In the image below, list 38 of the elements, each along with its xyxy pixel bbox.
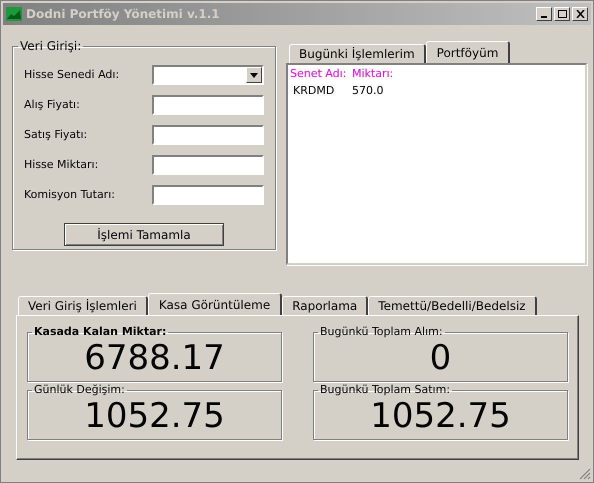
amount-value: 1052.75 — [84, 396, 225, 436]
dropdown-field[interactable] — [152, 65, 264, 85]
group-title: Veri Girişi: — [19, 38, 82, 55]
tab[interactable]: Temettü/Bedelli/Bedelsiz — [368, 296, 537, 315]
minimize-button[interactable] — [536, 7, 552, 21]
resize-grip-icon — [579, 468, 591, 480]
field-label: Komisyon Tutarı: — [24, 186, 115, 203]
complete-button[interactable]: İşlemi Tamamla — [64, 223, 224, 246]
tab[interactable]: Veri Giriş İşlemleri — [18, 296, 148, 315]
tab[interactable]: Raporlama — [282, 296, 368, 315]
group-title: Bugünkü Toplam Satım: — [319, 382, 452, 398]
input-field[interactable] — [152, 155, 264, 175]
input-field[interactable] — [152, 185, 264, 205]
group-title: Kasada Kalan Miktar: — [33, 324, 168, 340]
tab[interactable]: Kasa Görüntüleme — [148, 293, 282, 315]
list-cell-text: KRDMD — [293, 82, 336, 98]
group-title: Günlük Değişim: — [33, 382, 126, 398]
input-field[interactable] — [152, 95, 264, 115]
maximize-button[interactable] — [554, 7, 570, 21]
column-header: Miktarı: — [352, 66, 394, 82]
column-header: Senet Adı: — [290, 66, 348, 82]
field-label: Hisse Miktarı: — [24, 156, 98, 173]
group-title: Bugünkü Toplam Alım: — [319, 324, 444, 340]
amount-value: 6788.17 — [84, 338, 225, 378]
field-label: Alış Fiyatı: — [24, 96, 80, 113]
amount-value: 1052.75 — [370, 396, 511, 436]
field-label: Satış Fiyatı: — [24, 126, 88, 143]
field-label: Hisse Senedi Adı: — [24, 66, 120, 83]
tab[interactable]: Portföyüm — [426, 41, 510, 63]
maximize-icon — [558, 10, 566, 18]
close-button[interactable] — [572, 7, 588, 21]
chart-icon — [6, 7, 22, 21]
tab[interactable]: Bugünki İşlemlerim — [289, 44, 426, 63]
amount-value: 0 — [430, 338, 452, 378]
list-cell-text: 570.0 — [352, 82, 384, 98]
input-field[interactable] — [152, 125, 264, 145]
window-title: Dodni Portföy Yönetimi v.1.1 — [26, 6, 221, 23]
close-icon — [576, 10, 584, 18]
